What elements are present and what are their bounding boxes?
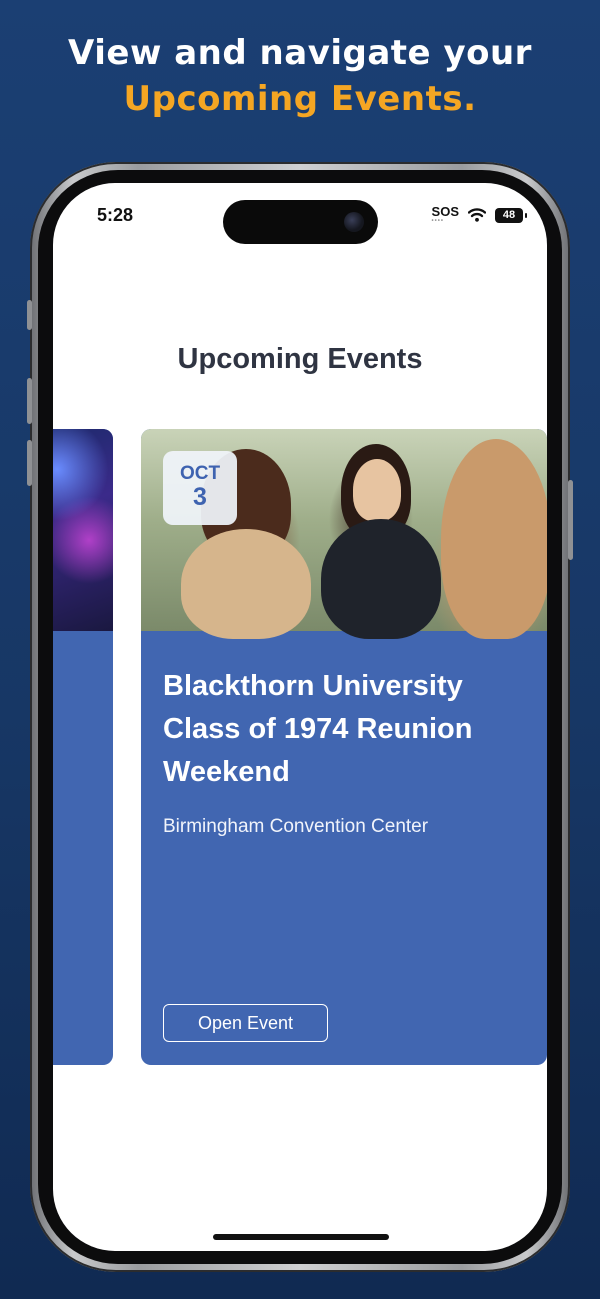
event-image-previous (53, 429, 113, 631)
mute-switch (27, 300, 32, 330)
sos-label: SOS (431, 204, 459, 219)
phone-screen: 5:28 SOS •••• 48 Upcoming Events OCT 3 B… (53, 183, 547, 1251)
promo-headline-line2: Upcoming Events. (123, 79, 477, 119)
event-venue: Birmingham Convention Center (163, 816, 429, 837)
event-month: OCT (179, 463, 221, 484)
dynamic-island (223, 200, 378, 244)
power-button (568, 480, 573, 560)
battery-level: 48 (502, 209, 516, 221)
status-time: 5:28 (97, 205, 134, 225)
battery-icon: 48 (495, 207, 527, 223)
volume-up-button (27, 378, 32, 424)
promo-headline-line1: View and navigate your (68, 33, 532, 73)
event-card-previous[interactable] (53, 429, 113, 1065)
wifi-icon (468, 208, 486, 222)
event-day: 3 (193, 483, 207, 511)
event-date-badge: OCT 3 (163, 451, 237, 525)
volume-down-button (27, 440, 32, 486)
sos-indicator: SOS •••• (431, 204, 459, 224)
status-icons: SOS •••• 48 (431, 204, 527, 225)
open-event-button[interactable]: Open Event (163, 1004, 328, 1042)
promo-headline: View and navigate your Upcoming Events. (0, 30, 600, 122)
event-title: Blackthorn University Class of 1974 Reun… (163, 670, 473, 788)
home-indicator[interactable] (213, 1234, 389, 1240)
event-card[interactable]: OCT 3 Blackthorn University Class of 197… (141, 429, 547, 1065)
page-title: Upcoming Events (177, 343, 423, 375)
camera-icon (344, 212, 364, 232)
